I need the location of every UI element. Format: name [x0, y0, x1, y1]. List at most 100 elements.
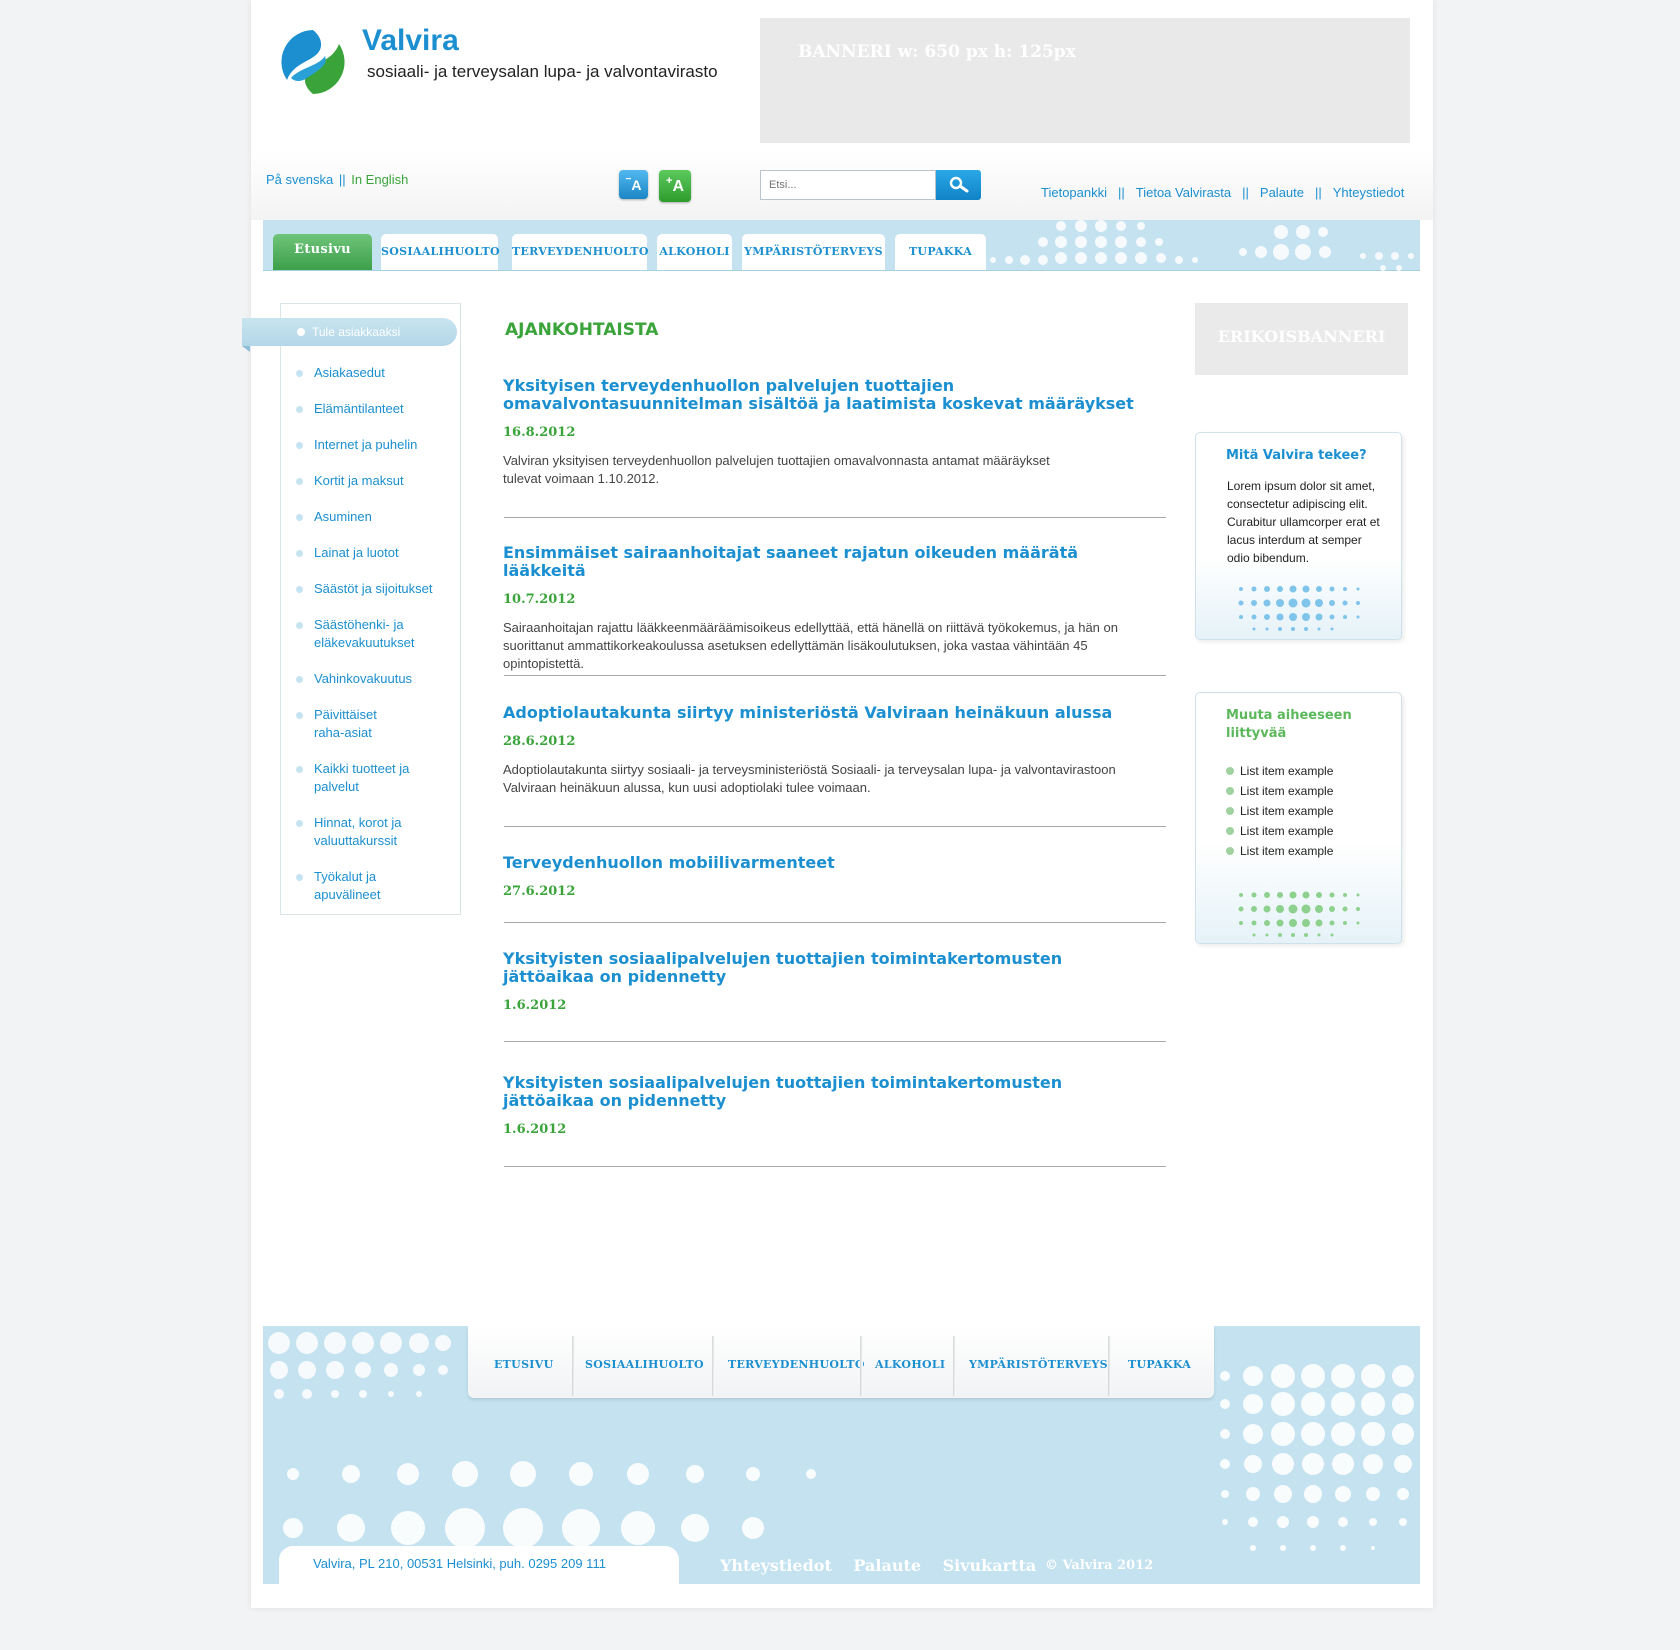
- sidebar-item[interactable]: Kaikki tuotteet ja palvelut: [296, 760, 424, 796]
- sidebar-item[interactable]: Kortit ja maksut: [296, 472, 444, 490]
- util-link-yhteystiedot[interactable]: Yhteystiedot: [1333, 185, 1405, 200]
- search-icon: [949, 176, 969, 193]
- lang-swedish-link[interactable]: På svenska: [266, 172, 333, 187]
- article-title[interactable]: Yksityisten sosiaalipalvelujen tuottajie…: [503, 950, 1103, 986]
- list-item[interactable]: List item example: [1226, 761, 1333, 781]
- list-item[interactable]: List item example: [1226, 821, 1333, 841]
- news-article: Yksityisten sosiaalipalvelujen tuottajie…: [503, 1074, 1166, 1138]
- sidebar-item[interactable]: Säästöhenki- ja eläkevakuutukset: [296, 616, 424, 652]
- divider: [504, 675, 1166, 676]
- article-title[interactable]: Terveydenhuollon mobiilivarmenteet: [503, 854, 1166, 872]
- page: Valvira sosiaali- ja terveysalan lupa- j…: [242, 0, 1433, 1608]
- tab-sosiaalihuolto[interactable]: SOSIAALIHUOLTO: [381, 234, 500, 270]
- lang-separator: ||: [338, 172, 346, 187]
- article-title[interactable]: Adoptiolautakunta siirtyy ministeriöstä …: [503, 704, 1166, 722]
- tab-tupakka[interactable]: TUPAKKA: [895, 234, 986, 270]
- dots-decoration: [1238, 891, 1360, 937]
- news-article: Ensimmäiset sairaanhoitajat saaneet raja…: [503, 544, 1166, 673]
- util-link-tietopankki[interactable]: Tietopankki: [1041, 185, 1107, 200]
- footer-nav-terveydenhuolto[interactable]: TERVEYDENHUOLTO: [728, 1358, 865, 1371]
- article-title[interactable]: Yksityisen terveydenhuollon palvelujen t…: [503, 377, 1163, 413]
- banner-text: BANNERI w: 650 px h: 125px: [798, 42, 1076, 62]
- footer-dots-left: [268, 1332, 451, 1399]
- footer-dots-bottom: [283, 1461, 816, 1546]
- footer-nav-ymparistoterveys[interactable]: YMPÄRISTÖTERVEYS: [969, 1358, 1108, 1371]
- divider: [1108, 1336, 1111, 1396]
- section-title: AJANKOHTAISTA: [505, 320, 659, 340]
- brand-name: Valvira: [362, 24, 459, 57]
- footer-link-palaute[interactable]: Palaute: [853, 1556, 921, 1575]
- nav-dots-decoration: [990, 220, 1414, 271]
- divider: [504, 1041, 1166, 1042]
- sidebar-item[interactable]: Vahinkovakuutus: [296, 670, 444, 688]
- list-item[interactable]: List item example: [1226, 781, 1333, 801]
- special-banner[interactable]: ERIKOISBANNERI: [1195, 303, 1408, 375]
- copyright: © Valvira 2012: [1045, 1558, 1154, 1573]
- article-date: 16.8.2012: [503, 425, 576, 440]
- list-item[interactable]: List item example: [1226, 841, 1333, 861]
- plus-icon: +: [666, 175, 673, 187]
- footer-address: Valvira, PL 210, 00531 Helsinki, puh. 02…: [313, 1556, 606, 1571]
- footer-link-yhteystiedot[interactable]: Yhteystiedot: [720, 1556, 832, 1575]
- divider: [953, 1336, 956, 1396]
- article-body: Valviran yksityisen terveydenhuollon pal…: [503, 453, 1050, 486]
- footer: ETUSIVU SOSIAALIHUOLTO TERVEYDENHUOLTO A…: [263, 1326, 1420, 1584]
- article-date: 10.7.2012: [503, 592, 576, 607]
- main-nav: Etusivu SOSIAALIHUOLTO TERVEYDENHUOLTO A…: [263, 220, 1420, 271]
- footer-nav-sosiaalihuolto[interactable]: SOSIAALIHUOLTO: [585, 1358, 704, 1371]
- divider: [504, 1166, 1166, 1167]
- sidebar-item[interactable]: Hinnat, korot ja valuuttakurssit: [296, 814, 424, 850]
- search-button[interactable]: [936, 170, 981, 200]
- language-links: På svenska || In English: [266, 172, 408, 187]
- valvira-logo-icon[interactable]: [279, 28, 347, 96]
- util-link-palaute[interactable]: Palaute: [1260, 185, 1304, 200]
- tab-etusivu[interactable]: Etusivu: [273, 234, 372, 270]
- sidebar-item[interactable]: Työkalut ja apuvälineet: [296, 868, 404, 904]
- search-input[interactable]: [760, 170, 936, 200]
- footer-nav-alkoholi[interactable]: ALKOHOLI: [875, 1358, 945, 1371]
- lang-english-link[interactable]: In English: [351, 172, 408, 187]
- divider: [504, 826, 1166, 827]
- minus-icon: −: [625, 174, 632, 185]
- footer-nav-etusivu[interactable]: ETUSIVU: [494, 1358, 553, 1371]
- sidebar-item[interactable]: Internet ja puhelin: [296, 436, 444, 454]
- sidebar-item[interactable]: Päivittäiset raha-asiat: [296, 706, 394, 742]
- related-box: Muuta aiheeseen liittyvää List item exam…: [1195, 692, 1402, 944]
- sidebar-item[interactable]: Elämäntilanteet: [296, 400, 444, 418]
- box-title: Muuta aiheeseen liittyvää: [1226, 708, 1352, 741]
- tab-ymparistoterveys[interactable]: YMPÄRISTÖTERVEYS: [742, 234, 885, 270]
- article-date: 27.6.2012: [503, 884, 576, 899]
- footer-nav-tupakka[interactable]: TUPAKKA: [1128, 1358, 1191, 1371]
- divider: [712, 1336, 715, 1396]
- info-box: Mitä Valvira tekee? Lorem ipsum dolor si…: [1195, 432, 1402, 640]
- news-article: Yksityisen terveydenhuollon palvelujen t…: [503, 377, 1166, 488]
- tab-terveydenhuolto[interactable]: TERVEYDENHUOLTO: [512, 234, 648, 270]
- sidebar-item[interactable]: Lainat ja luotot: [296, 544, 444, 562]
- related-list: List item example List item example List…: [1226, 761, 1333, 861]
- sidebar-item-active[interactable]: Tule asiakkaaksi: [242, 318, 457, 352]
- list-item[interactable]: List item example: [1226, 801, 1333, 821]
- footer-dots-right: [1220, 1364, 1414, 1551]
- util-link-tietoa-valvirasta[interactable]: Tietoa Valvirasta: [1136, 185, 1231, 200]
- header-banner[interactable]: BANNERI w: 650 px h: 125px: [760, 18, 1410, 143]
- sidebar-item[interactable]: Asiakasedut: [296, 364, 444, 382]
- article-date: 1.6.2012: [503, 1122, 567, 1137]
- brand-tagline: sosiaali- ja terveysalan lupa- ja valvon…: [367, 62, 718, 81]
- font-decrease-button[interactable]: −A: [619, 170, 648, 199]
- utility-links: Tietopankki || Tietoa Valvirasta || Palaute |…: [1041, 185, 1405, 200]
- footer-nav: ETUSIVU SOSIAALIHUOLTO TERVEYDENHUOLTO A…: [468, 1326, 1214, 1398]
- font-increase-button[interactable]: +A: [659, 170, 691, 202]
- article-title[interactable]: Ensimmäiset sairaanhoitajat saaneet raja…: [503, 544, 1166, 580]
- footer-link-sivukartta[interactable]: Sivukartta: [943, 1556, 1037, 1575]
- news-article: Terveydenhuollon mobiilivarmenteet 27.6.…: [503, 854, 1166, 900]
- box-title: Mitä Valvira tekee?: [1226, 448, 1367, 463]
- news-article: Yksityisten sosiaalipalvelujen tuottajie…: [503, 950, 1166, 1014]
- article-title[interactable]: Yksityisten sosiaalipalvelujen tuottajie…: [503, 1074, 1103, 1110]
- tab-alkoholi[interactable]: ALKOHOLI: [657, 234, 732, 270]
- news-article: Adoptiolautakunta siirtyy ministeriöstä …: [503, 704, 1166, 797]
- sidebar-item[interactable]: Säästöt ja sijoitukset: [296, 580, 444, 598]
- article-date: 1.6.2012: [503, 998, 567, 1013]
- sidebar-item[interactable]: Asuminen: [296, 508, 444, 526]
- divider: [572, 1336, 575, 1396]
- box-text: Lorem ipsum dolor sit amet, consectetur …: [1227, 479, 1380, 565]
